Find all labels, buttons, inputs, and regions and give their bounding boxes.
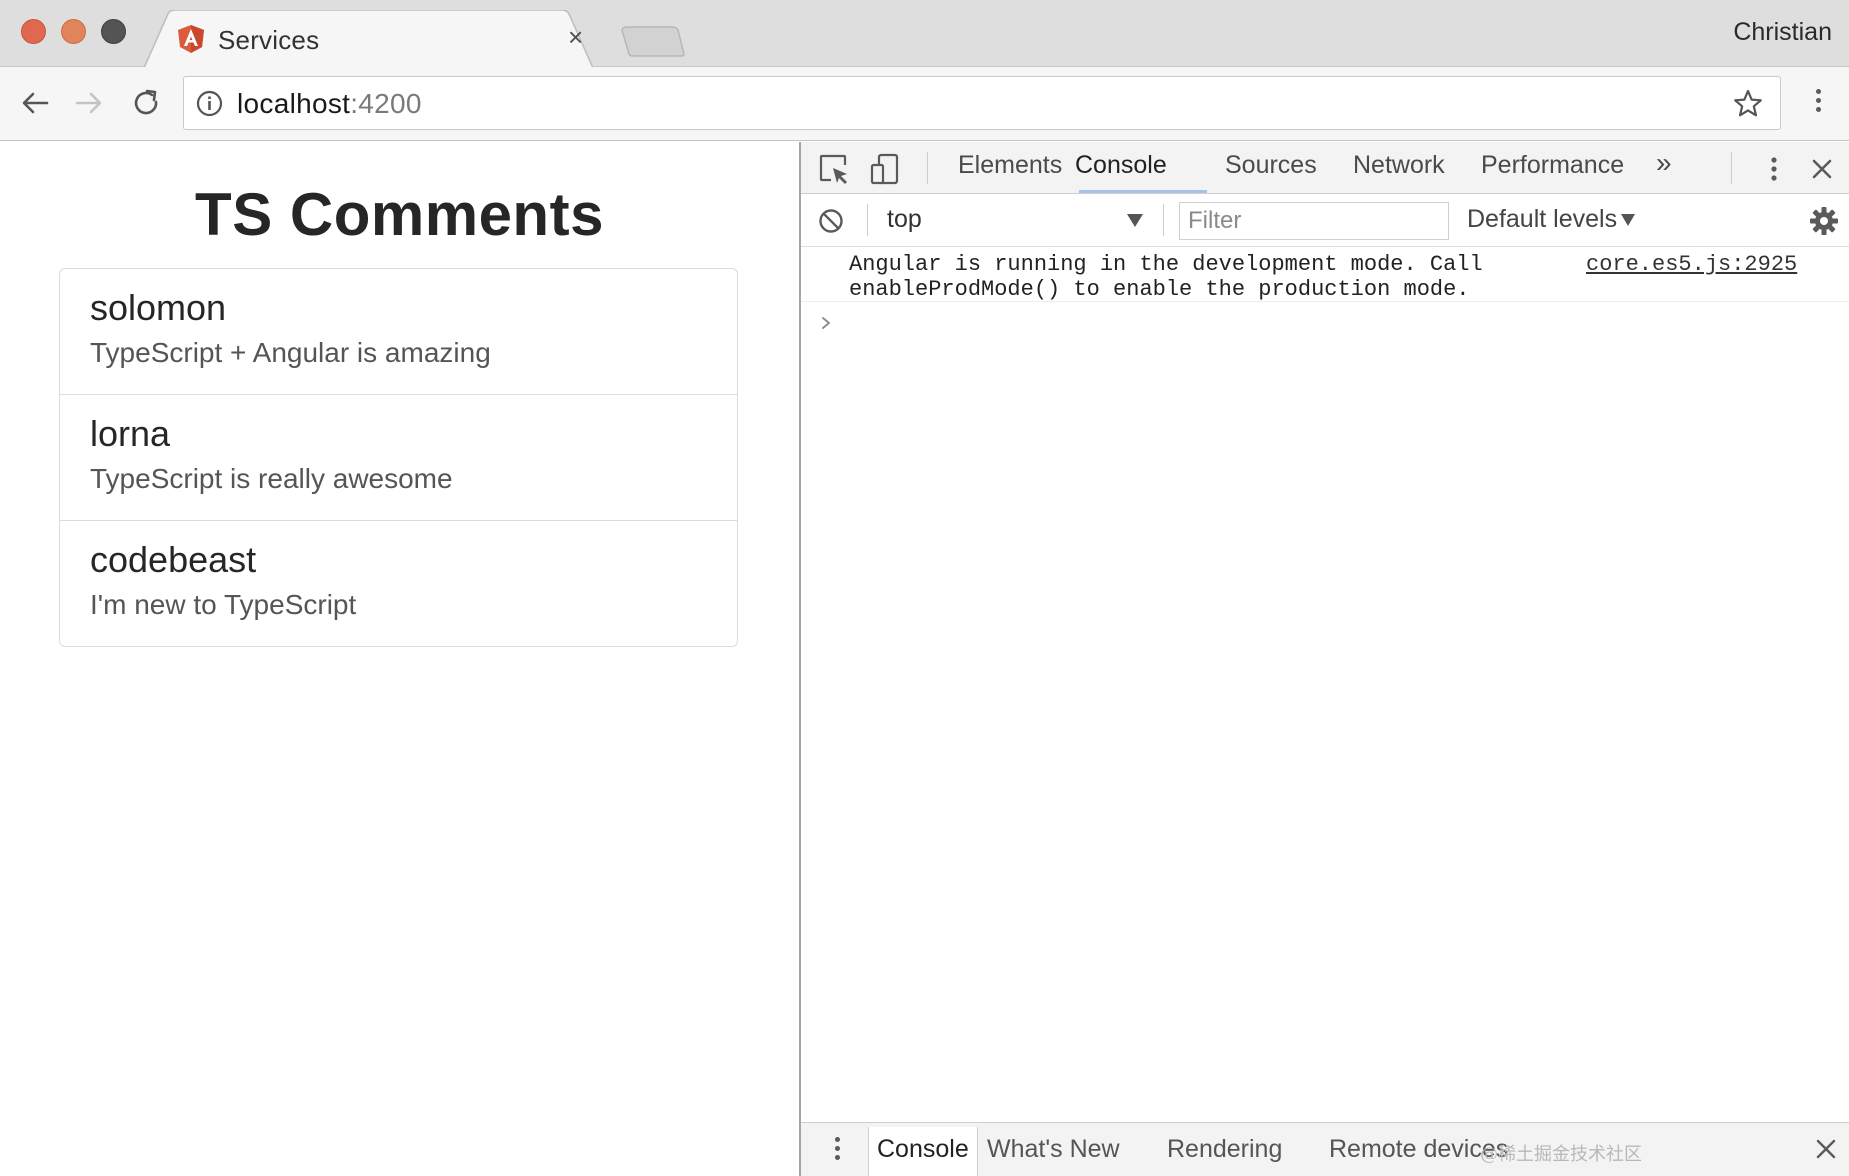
drawer-tab-console[interactable]: Console: [868, 1127, 978, 1176]
tab-sources[interactable]: Sources: [1225, 151, 1317, 180]
close-drawer-icon[interactable]: [1814, 1137, 1838, 1161]
comment-author: codebeast: [90, 539, 257, 580]
separator: [1163, 204, 1164, 236]
url-text[interactable]: localhost:4200: [237, 88, 422, 120]
comment-author: solomon: [90, 287, 227, 328]
tab-close-icon[interactable]: ×: [568, 24, 583, 50]
tab-shape: [144, 10, 594, 68]
context-dropdown-icon[interactable]: [1127, 214, 1143, 227]
drawer-tab-whats-new[interactable]: What's New: [987, 1135, 1120, 1164]
more-tabs-icon[interactable]: »: [1656, 147, 1672, 179]
comment-list: solomon TypeScript + Angular is amazing …: [59, 268, 738, 647]
url-port: :4200: [350, 88, 422, 119]
address-bar[interactable]: localhost:4200: [183, 76, 1781, 130]
comment-item: lorna TypeScript is really awesome: [60, 395, 737, 521]
new-tab-button[interactable]: [620, 26, 686, 57]
settings-gear-icon[interactable]: [1808, 205, 1840, 237]
url-host: localhost: [237, 88, 351, 119]
console-prompt-chevron-icon: [822, 317, 830, 329]
tab-title: Services: [218, 25, 320, 55]
forward-arrow-icon: [75, 92, 102, 114]
drawer-menu-icon[interactable]: [832, 1137, 842, 1165]
separator: [867, 204, 868, 236]
separator: [1731, 152, 1732, 184]
browser-tab-services[interactable]: Services ×: [144, 10, 594, 68]
devtools-panel: Elements Console Sources Network Perform…: [799, 142, 1849, 1176]
console-filter-bar: top Default levels: [801, 194, 1849, 247]
maximize-window-button[interactable]: [101, 19, 126, 44]
comment-author: lorna: [90, 413, 171, 454]
angular-icon: [178, 25, 204, 53]
back-button[interactable]: [15, 83, 55, 123]
drawer-tab-rendering[interactable]: Rendering: [1167, 1135, 1282, 1164]
device-toolbar-icon[interactable]: [869, 152, 903, 186]
reload-icon: [134, 89, 158, 115]
info-icon[interactable]: [196, 90, 223, 117]
page-title: TS Comments: [195, 181, 604, 248]
log-levels-select[interactable]: Default levels: [1467, 205, 1617, 234]
inspect-element-icon[interactable]: [817, 152, 851, 186]
comment-text: I'm new to TypeScript: [90, 589, 357, 620]
comment-text: TypeScript + Angular is amazing: [90, 337, 491, 368]
devtools-tab-bar: Elements Console Sources Network Perform…: [801, 142, 1849, 194]
context-select[interactable]: top: [887, 205, 922, 234]
console-message-text: Angular is running in the development mo…: [849, 252, 1483, 302]
levels-dropdown-icon[interactable]: [1621, 214, 1635, 226]
forward-button[interactable]: [69, 83, 109, 123]
console-source-link[interactable]: core.es5.js:2925: [1586, 252, 1797, 277]
tab-console[interactable]: Console: [1075, 151, 1167, 180]
comment-item: codebeast I'm new to TypeScript: [60, 521, 737, 646]
close-window-button[interactable]: [21, 19, 46, 44]
tab-network[interactable]: Network: [1353, 151, 1445, 180]
console-filter-input[interactable]: [1179, 202, 1449, 240]
browser-menu-icon[interactable]: [1806, 85, 1830, 125]
comment-text: TypeScript is really awesome: [90, 463, 453, 494]
back-arrow-icon: [22, 92, 49, 114]
window-titlebar: Services × Christian: [0, 0, 1849, 68]
active-tab-indicator: [1079, 190, 1207, 193]
reload-button[interactable]: [126, 83, 166, 123]
profile-name[interactable]: Christian: [1733, 18, 1832, 47]
separator: [927, 152, 928, 184]
tab-performance[interactable]: Performance: [1481, 151, 1624, 180]
watermark: @稀土掘金技术社区: [1480, 1144, 1642, 1165]
clear-console-icon[interactable]: [817, 207, 845, 235]
tab-elements[interactable]: Elements: [958, 151, 1062, 180]
minimize-window-button[interactable]: [61, 19, 86, 44]
devtools-menu-icon[interactable]: [1767, 152, 1781, 186]
browser-toolbar: localhost:4200: [0, 67, 1849, 141]
page-content: TS Comments solomon TypeScript + Angular…: [0, 142, 799, 1176]
bookmark-star-icon[interactable]: [1732, 88, 1764, 120]
close-devtools-icon[interactable]: [1807, 152, 1837, 186]
comment-item: solomon TypeScript + Angular is amazing: [60, 269, 737, 395]
devtools-drawer: Console What's New Rendering Remote devi…: [801, 1122, 1849, 1176]
console-message: Angular is running in the development mo…: [801, 247, 1849, 302]
